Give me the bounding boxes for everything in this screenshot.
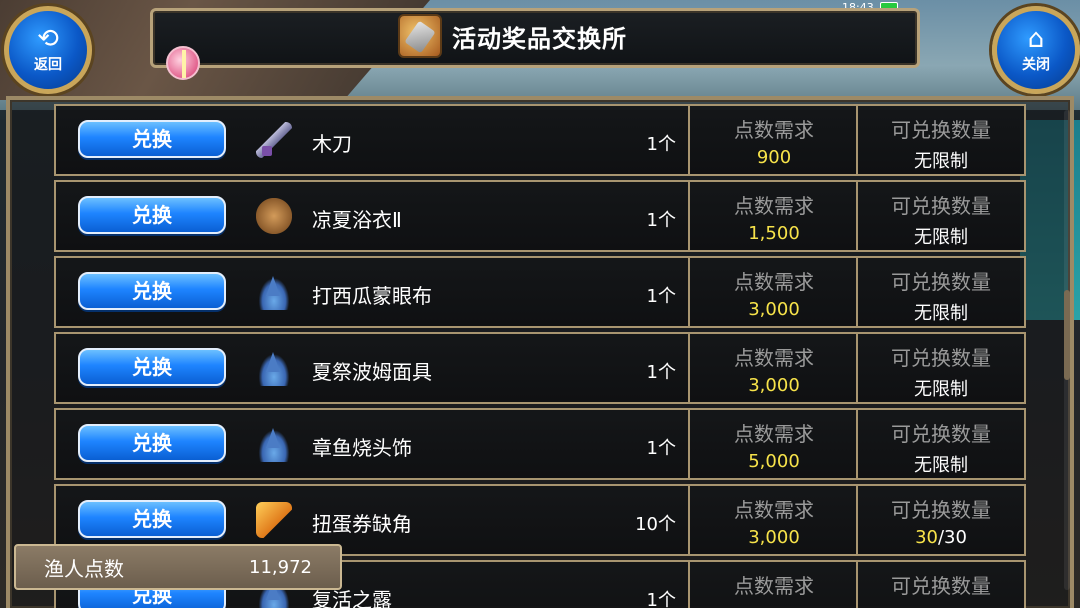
item-name: 章鱼烧头饰	[312, 436, 412, 460]
fisher-points-label: 渔人点数	[44, 556, 124, 581]
exchange-list[interactable]: 兑换 木刀 1个 点数需求 900 可兑换数量 无限制 兑换 凉夏浴衣Ⅱ 1个 …	[54, 104, 1026, 608]
points-required-label: 点数需求	[734, 498, 814, 522]
sword-icon	[256, 122, 292, 158]
exchange-limit-total: /30	[937, 527, 967, 548]
exchange-button[interactable]: 兑换	[78, 424, 226, 462]
exchange-limit-label: 可兑换数量	[891, 422, 991, 446]
exchange-limit-cell: 可兑换数量 无限制	[856, 258, 1024, 326]
exchange-button[interactable]: 兑换	[78, 348, 226, 386]
item-name: 打西瓜蒙眼布	[312, 284, 432, 308]
hat-icon	[256, 274, 292, 310]
points-required-value: 1,500	[748, 223, 800, 244]
item-cell: 兑换 打西瓜蒙眼布 1个	[56, 258, 688, 326]
exchange-limit-cell: 可兑换数量 无限制	[856, 334, 1024, 402]
exchange-limit-label: 可兑换数量	[891, 270, 991, 294]
exchange-limit-value: 30/30	[858, 527, 1024, 548]
exchange-limit-current: 30	[915, 527, 938, 548]
exchange-limit-cell: 可兑换数量 无限制	[856, 410, 1024, 478]
item-quantity: 1个	[646, 134, 676, 155]
item-quantity: 1个	[646, 210, 676, 231]
points-required-cell: 点数需求	[688, 562, 858, 608]
exchange-limit-label: 可兑换数量	[891, 498, 991, 522]
hat-icon	[256, 350, 292, 386]
list-item: 兑换 凉夏浴衣Ⅱ 1个 点数需求 1,500 可兑换数量 无限制	[54, 180, 1026, 252]
exchange-limit-label: 可兑换数量	[891, 346, 991, 370]
points-required-label: 点数需求	[734, 574, 814, 598]
points-required-cell: 点数需求 900	[688, 106, 858, 174]
points-required-cell: 点数需求 3,000	[688, 486, 858, 554]
list-item: 兑换 夏祭波姆面具 1个 点数需求 3,000 可兑换数量 无限制	[54, 332, 1026, 404]
exchange-button[interactable]: 兑换	[78, 120, 226, 158]
item-cell: 兑换 凉夏浴衣Ⅱ 1个	[56, 182, 688, 250]
points-required-value: 900	[756, 147, 792, 168]
exchange-limit-value: 无限制	[914, 151, 968, 172]
list-scrollbar[interactable]	[1064, 110, 1070, 590]
points-required-value: 5,000	[748, 451, 800, 472]
points-required-label: 点数需求	[734, 270, 814, 294]
exchange-button[interactable]: 兑换	[78, 196, 226, 234]
exchange-limit-cell: 可兑换数量	[856, 562, 1024, 608]
item-quantity: 1个	[646, 590, 676, 608]
close-button-label: 关闭	[1022, 57, 1050, 73]
item-name: 扭蛋券缺角	[312, 512, 412, 536]
list-item: 兑换 章鱼烧头饰 1个 点数需求 5,000 可兑换数量 无限制	[54, 408, 1026, 480]
exchange-limit-value: 无限制	[914, 303, 968, 324]
page-title: 活动奖品交换所	[452, 24, 627, 53]
exchange-limit-cell: 可兑换数量 无限制	[856, 182, 1024, 250]
return-arrow-icon: ⟲	[37, 24, 59, 54]
scrollbar-thumb[interactable]	[1064, 290, 1070, 380]
item-name: 夏祭波姆面具	[312, 360, 432, 384]
back-button-label: 返回	[34, 57, 62, 73]
item-quantity: 10个	[635, 514, 676, 535]
hat-icon	[256, 426, 292, 462]
home-icon: ⌂	[1027, 24, 1045, 54]
points-required-value: 3,000	[748, 299, 800, 320]
exchange-limit-value: 无限制	[914, 227, 968, 248]
back-button[interactable]: ⟲ 返回	[4, 6, 92, 94]
exchange-limit-cell: 可兑换数量 30/30	[856, 486, 1024, 554]
item-quantity: 1个	[646, 286, 676, 307]
points-required-label: 点数需求	[734, 118, 814, 142]
points-required-label: 点数需求	[734, 422, 814, 446]
clothes-icon	[256, 198, 292, 234]
exchange-button[interactable]: 兑换	[78, 500, 226, 538]
fisher-points-value: 11,972	[249, 556, 312, 578]
item-name: 凉夏浴衣Ⅱ	[312, 208, 402, 232]
item-cell: 兑换 木刀 1个	[56, 106, 688, 174]
list-item: 兑换 木刀 1个 点数需求 900 可兑换数量 无限制	[54, 104, 1026, 176]
exchange-limit-label: 可兑换数量	[891, 574, 991, 598]
points-required-value: 3,000	[748, 527, 800, 548]
exchange-limit-label: 可兑换数量	[891, 194, 991, 218]
item-quantity: 1个	[646, 362, 676, 383]
item-cell: 兑换 夏祭波姆面具 1个	[56, 334, 688, 402]
points-required-cell: 点数需求 3,000	[688, 334, 858, 402]
points-required-cell: 点数需求 5,000	[688, 410, 858, 478]
exchange-limit-cell: 可兑换数量 无限制	[856, 106, 1024, 174]
fisher-points-panel: 渔人点数 11,972	[14, 544, 342, 590]
exchange-limit-label: 可兑换数量	[891, 118, 991, 142]
gift-icon[interactable]	[166, 46, 200, 80]
exchange-shop-icon	[398, 14, 442, 58]
exchange-button[interactable]: 兑换	[78, 272, 226, 310]
points-required-cell: 点数需求 1,500	[688, 182, 858, 250]
points-required-value: 3,000	[748, 375, 800, 396]
exchange-limit-value: 无限制	[914, 455, 968, 476]
exchange-limit-value: 无限制	[914, 379, 968, 400]
list-item: 兑换 打西瓜蒙眼布 1个 点数需求 3,000 可兑换数量 无限制	[54, 256, 1026, 328]
item-quantity: 1个	[646, 438, 676, 459]
close-button[interactable]: ⌂ 关闭	[992, 6, 1080, 94]
item-cell: 兑换 章鱼烧头饰 1个	[56, 410, 688, 478]
points-required-label: 点数需求	[734, 346, 814, 370]
page-title-group: 活动奖品交换所	[398, 14, 627, 58]
points-required-label: 点数需求	[734, 194, 814, 218]
ticket-icon	[256, 502, 292, 538]
item-name: 木刀	[312, 132, 352, 156]
points-required-cell: 点数需求 3,000	[688, 258, 858, 326]
